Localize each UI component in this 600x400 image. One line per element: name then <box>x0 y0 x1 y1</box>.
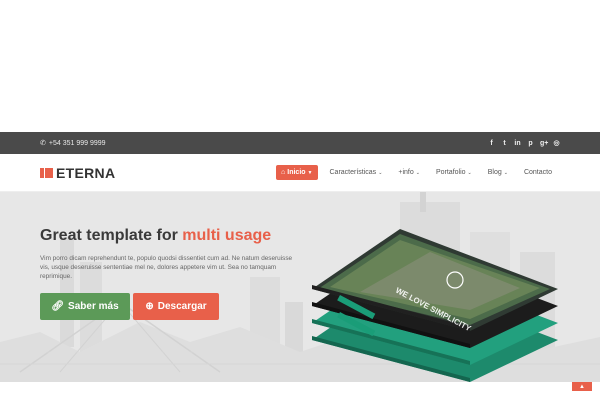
nav-item-inicio[interactable]: ⌂ Inicio ▼ <box>276 165 318 180</box>
nav-item-blog[interactable]: Blog ⌄ <box>480 165 516 180</box>
hero-section: WE LOVE SIMPLICITY Great template for mu… <box>0 192 600 382</box>
chevron-down-icon: ⌄ <box>378 169 383 176</box>
button-label: Descargar <box>157 301 207 312</box>
facebook-icon[interactable]: f <box>488 140 495 147</box>
logo-text: ETERNA <box>56 164 116 181</box>
chevron-up-icon: ▲ <box>579 383 585 390</box>
link-icon: 🔗︎ <box>51 301 65 312</box>
linkedin-icon[interactable]: in <box>514 140 521 147</box>
social-links: f t in p g+ ◎ <box>488 139 560 148</box>
hero-description: Vim porro dicam reprehendunt te, populo … <box>40 255 293 280</box>
chevron-down-icon: ⌄ <box>503 169 508 176</box>
device-mockup-stack: WE LOVE SIMPLICITY <box>312 229 558 382</box>
pinterest-icon[interactable]: p <box>527 140 534 147</box>
hero-title-start: Great template for <box>40 227 178 244</box>
chevron-down-icon: ▼ <box>307 169 313 176</box>
button-label: Saber más <box>68 301 119 312</box>
nav-item-info[interactable]: +info ⌄ <box>390 165 428 180</box>
nav-item-label: +info <box>398 169 414 176</box>
dribbble-icon[interactable]: ◎ <box>553 139 560 147</box>
nav-menu: ⌂ Inicio ▼ Características ⌄ +info ⌄ Por… <box>276 165 560 180</box>
nav-item-contacto[interactable]: Contacto <box>516 165 560 180</box>
scroll-to-top-button[interactable]: ▲ <box>572 382 592 391</box>
phone-icon: ✆ <box>40 140 46 147</box>
site-logo[interactable]: ETERNA <box>40 165 115 181</box>
logo-mark-icon <box>40 167 53 178</box>
google-plus-icon[interactable]: g+ <box>540 140 548 147</box>
download-icon: ⊕ <box>145 301 154 312</box>
descargar-button[interactable]: ⊕ Descargar <box>133 293 219 320</box>
nav-item-label: Inicio <box>287 169 306 176</box>
twitter-icon[interactable]: t <box>501 140 508 147</box>
main-navbar: ETERNA ⌂ Inicio ▼ Características ⌄ +inf… <box>0 154 600 192</box>
nav-item-caracteristicas[interactable]: Características ⌄ <box>322 165 391 180</box>
phone-contact[interactable]: ✆ +54 351 999 9999 <box>40 139 106 148</box>
hero-title: Great template for multi usage <box>40 227 271 245</box>
nav-item-label: Blog <box>487 169 502 176</box>
chevron-down-icon: ⌄ <box>415 169 420 176</box>
chevron-down-icon: ⌄ <box>467 169 472 176</box>
top-bar: ✆ +54 351 999 9999 f t in p g+ ◎ <box>0 132 600 154</box>
nav-item-label: Características <box>329 169 377 176</box>
hero-title-accent: multi usage <box>182 227 272 244</box>
phone-number: +54 351 999 9999 <box>48 139 106 147</box>
home-icon: ⌂ <box>281 169 286 176</box>
nav-item-label: Portafolio <box>435 169 466 176</box>
nav-item-portafolio[interactable]: Portafolio ⌄ <box>428 165 480 180</box>
saber-mas-button[interactable]: 🔗︎ Saber más <box>40 293 130 320</box>
nav-item-label: Contacto <box>523 169 552 176</box>
